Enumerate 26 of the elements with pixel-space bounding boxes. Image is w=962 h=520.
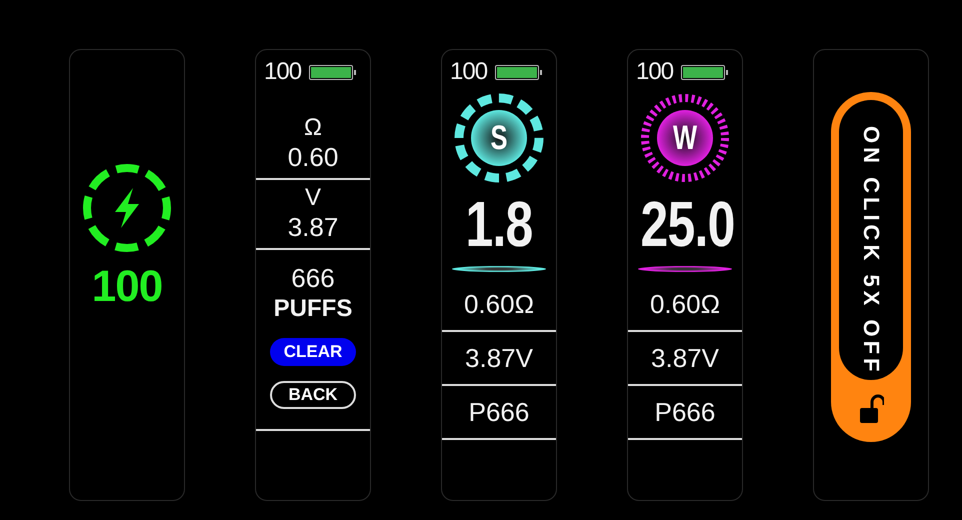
stat-value: 3.87 xyxy=(288,212,338,242)
stat-symbol: Ω xyxy=(304,114,322,142)
charge-percent: 100 xyxy=(92,262,162,312)
reading-row: 3.87V xyxy=(442,332,556,386)
battery-icon xyxy=(309,64,354,80)
mode-letter: W xyxy=(672,118,698,158)
battery-reading: 100 xyxy=(264,60,302,84)
stat-value: 0.60 xyxy=(288,142,338,172)
clear-button[interactable]: CLEAR xyxy=(270,338,356,366)
charging-icon xyxy=(81,162,173,254)
puffs-label: PUFFS xyxy=(274,294,352,324)
reading-row: 3.87V xyxy=(628,332,742,386)
reading-row: 0.60Ω xyxy=(442,278,556,332)
battery-icon xyxy=(495,64,540,80)
reading-row: 0.60Ω xyxy=(628,278,742,332)
mode-letter: S xyxy=(490,118,508,158)
stat-symbol: V xyxy=(304,184,321,212)
output-value: 1.8 xyxy=(464,190,534,258)
puff-count: 666 xyxy=(291,262,335,294)
battery-icon xyxy=(681,64,726,80)
back-button[interactable]: BACK xyxy=(270,381,356,409)
reading-row: P666 xyxy=(628,386,742,440)
reading-row: P666 xyxy=(442,386,556,440)
battery-reading: 100 xyxy=(450,60,488,84)
lock-message: ON CLICK 5X OFF xyxy=(858,126,884,378)
battery-reading: 100 xyxy=(636,60,674,84)
